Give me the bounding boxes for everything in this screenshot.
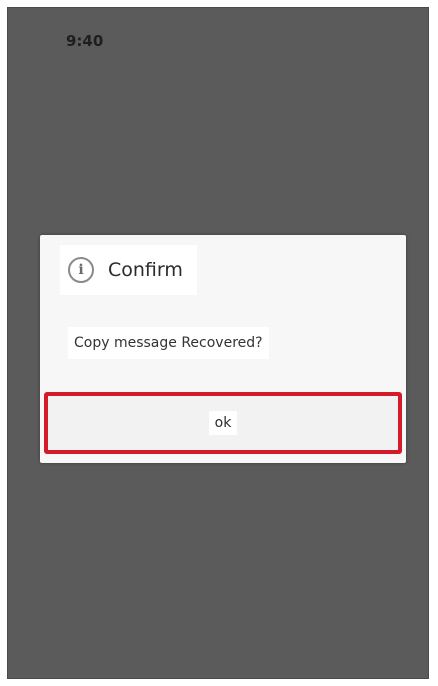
status-bar: 9:40: [8, 8, 428, 66]
status-bar-text: 9:40: [66, 32, 104, 50]
phone-screen: 9:40 i Confirm Copy message Recovered? o…: [7, 7, 429, 679]
ok-button[interactable]: ok: [44, 392, 402, 454]
dialog-header-content: i Confirm: [60, 245, 197, 295]
info-icon: i: [68, 257, 94, 283]
confirm-dialog: i Confirm Copy message Recovered? ok: [40, 235, 406, 463]
dialog-header: i Confirm: [40, 235, 406, 305]
ok-button-label: ok: [208, 411, 238, 435]
dialog-message: Copy message Recovered?: [68, 327, 269, 359]
dialog-title: Confirm: [108, 259, 183, 281]
